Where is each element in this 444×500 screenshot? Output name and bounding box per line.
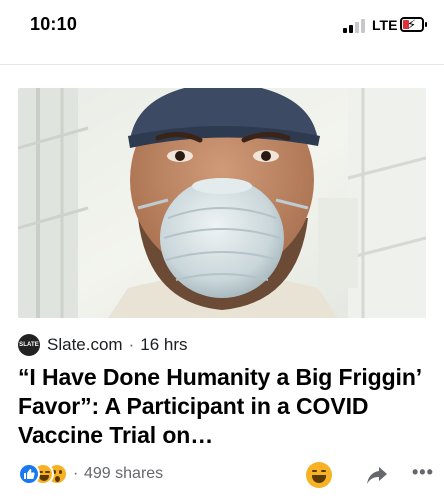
battery-charging-icon: ⚡ xyxy=(400,17,427,32)
article-photo xyxy=(18,88,426,318)
source-separator: · xyxy=(128,335,135,354)
source-name[interactable]: Slate.com xyxy=(47,335,123,355)
post-time: 16 hrs xyxy=(140,335,188,354)
top-divider xyxy=(0,64,444,65)
haha-reaction-icon[interactable] xyxy=(306,462,332,488)
status-bar: 10:10 LTE ⚡ xyxy=(0,0,444,50)
signal-icon xyxy=(343,19,369,33)
network-type: LTE xyxy=(372,17,398,33)
status-time: 10:10 xyxy=(30,14,78,34)
article-headline[interactable]: “I Have Done Humanity a Big Friggin’ Fav… xyxy=(18,363,430,450)
reaction-summary[interactable] xyxy=(18,463,70,487)
engagement-row: · 499 shares ••• xyxy=(18,462,433,488)
article-image[interactable] xyxy=(18,88,426,318)
slate-logo-icon[interactable]: SLATE xyxy=(18,334,40,356)
like-icon xyxy=(18,463,40,485)
more-icon[interactable]: ••• xyxy=(412,462,434,483)
shares-separator: · xyxy=(73,465,79,482)
share-count[interactable]: 499 shares xyxy=(84,465,163,483)
source-row[interactable]: SLATE Slate.com · 16 hrs xyxy=(18,334,188,356)
share-arrow-icon[interactable] xyxy=(366,464,388,486)
